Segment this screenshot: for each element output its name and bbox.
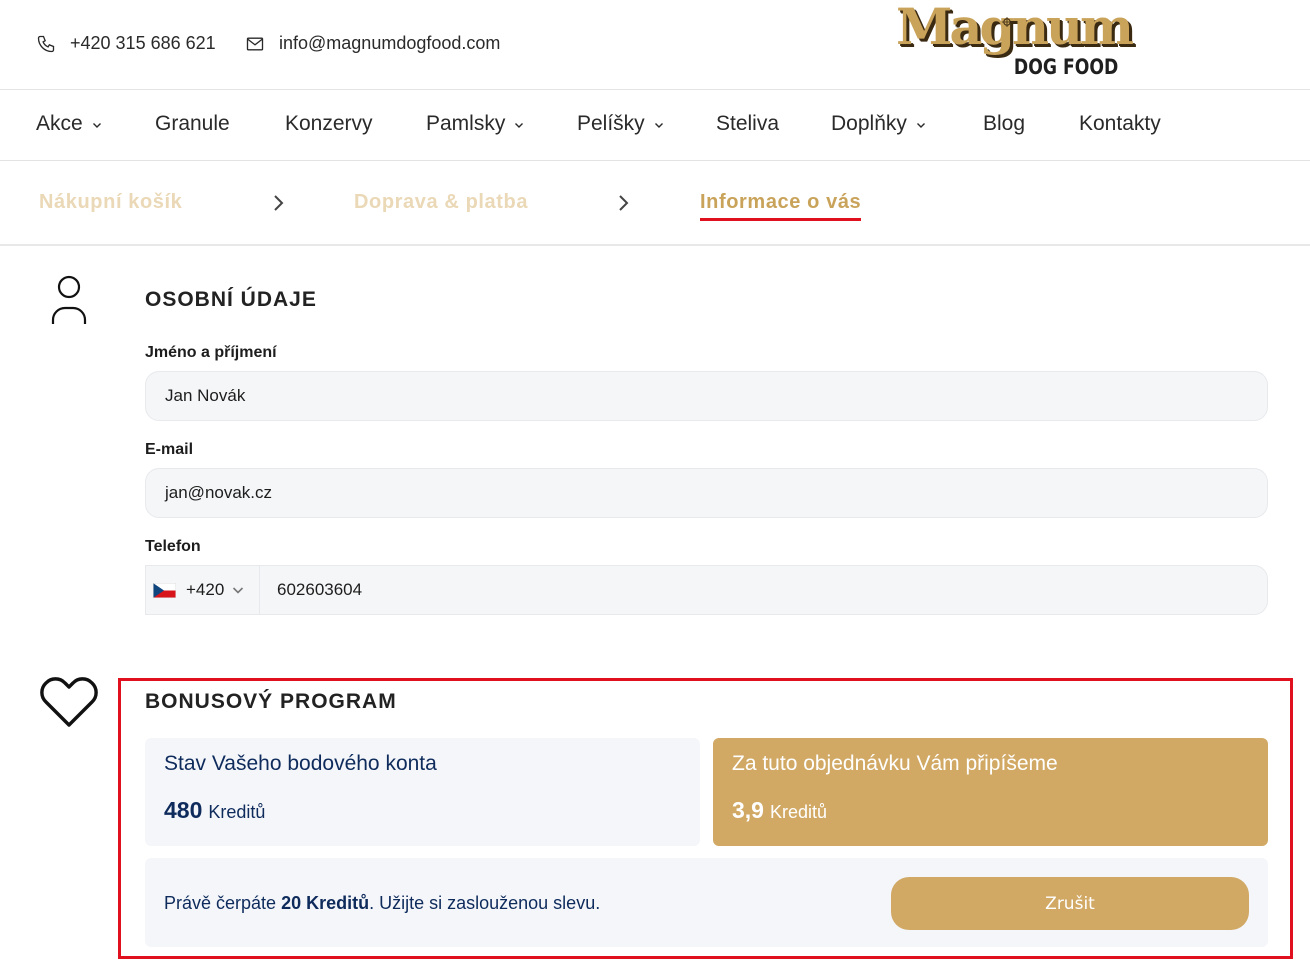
- personal-section-title: OSOBNÍ ÚDAJE: [145, 288, 317, 311]
- divider: [0, 244, 1310, 246]
- nav-item-pamlsky[interactable]: Pamlsky: [426, 112, 524, 136]
- nav-item-label: Blog: [983, 112, 1026, 135]
- email-address: info@magnumdogfood.com: [279, 33, 501, 53]
- points-earned-card: Za tuto objednávku Vám připíšeme 3,9 Kre…: [713, 738, 1268, 846]
- nav-item-label: Pelíšky: [577, 112, 645, 135]
- nav-item-label: Kontakty: [1079, 112, 1161, 135]
- checkout-steps: Nákupní košík Doprava & platba Informace…: [0, 161, 1310, 245]
- nav-item-akce[interactable]: Akce: [36, 112, 102, 136]
- chevron-down-icon: [515, 123, 524, 128]
- chevron-right-icon: [619, 195, 629, 211]
- czech-flag-icon: [153, 582, 176, 598]
- nav-item-kontakty[interactable]: Kontakty: [1079, 112, 1161, 136]
- nav-item-label: Akce: [36, 112, 83, 135]
- step-info[interactable]: Informace o vás: [700, 191, 862, 221]
- step-cart[interactable]: Nákupní košík: [39, 191, 182, 214]
- redeem-panel: Právě čerpáte 20 Kreditů. Užijte si zasl…: [145, 858, 1268, 947]
- redeem-amount: 20 Kreditů: [281, 893, 370, 913]
- redeem-prefix: Právě čerpáte: [164, 893, 282, 913]
- email-input[interactable]: jan@novak.cz: [145, 468, 1268, 518]
- nav-item-steliva[interactable]: Steliva: [716, 112, 779, 136]
- logo-subtitle: DOG FOOD: [1013, 55, 1118, 79]
- user-icon: [51, 275, 87, 324]
- email-value: jan@novak.cz: [165, 483, 273, 502]
- nav-item-label: Granule: [155, 112, 230, 135]
- redeem-message: Právě čerpáte 20 Kreditů. Užijte si zasl…: [164, 893, 600, 914]
- email-label: E-mail: [145, 441, 194, 458]
- heart-icon: [40, 677, 98, 727]
- phone-link[interactable]: +420 315 686 621: [36, 33, 216, 54]
- chevron-down-icon: [916, 123, 925, 128]
- nav-item-label: Steliva: [716, 112, 780, 135]
- main-nav: Akce Granule Konzervy Pamlsky Pelíšky St…: [0, 90, 1310, 160]
- chevron-right-icon: [274, 195, 284, 211]
- points-balance-card: Stav Vašeho bodového konta 480 Kreditů: [145, 738, 700, 846]
- top-bar: +420 315 686 621 info@magnumdogfood.com …: [0, 0, 1310, 89]
- cancel-redeem-button[interactable]: Zrušit: [891, 877, 1249, 930]
- earn-unit: Kreditů: [769, 802, 828, 822]
- country-code-select[interactable]: +420: [145, 565, 260, 615]
- nav-item-label: Doplňky: [831, 112, 907, 135]
- nav-item-blog[interactable]: Blog: [983, 112, 1025, 136]
- email-link[interactable]: info@magnumdogfood.com: [245, 33, 500, 54]
- phone-number: +420 315 686 621: [70, 33, 216, 53]
- nav-item-label: Pamlsky: [426, 112, 506, 135]
- balance-unit: Kreditů: [208, 802, 266, 822]
- country-code: +420: [186, 580, 225, 599]
- nav-item-pelisky[interactable]: Pelíšky: [577, 112, 664, 136]
- crosshair-icon: [1002, 17, 1012, 27]
- earn-amount: 3,9 Kreditů: [732, 797, 1249, 824]
- bonus-section-title: BONUSOVÝ PROGRAM: [145, 690, 397, 713]
- name-value: Jan Novák: [165, 386, 246, 405]
- name-label: Jméno a příjmení: [145, 344, 277, 361]
- earn-value: 3,9: [732, 797, 764, 823]
- nav-item-doplnky[interactable]: Doplňky: [831, 112, 926, 136]
- chevron-down-icon: [654, 123, 663, 128]
- step-shipping[interactable]: Doprava & platba: [354, 191, 528, 214]
- nav-item-label: Konzervy: [285, 112, 373, 135]
- balance-title: Stav Vašeho bodového konta: [164, 752, 437, 775]
- balance-amount: 480 Kreditů: [164, 797, 681, 824]
- phone-label: Telefon: [145, 538, 201, 555]
- logo-brand: Magnum: [896, 0, 1134, 56]
- envelope-icon: [246, 37, 264, 50]
- name-input[interactable]: Jan Novák: [145, 371, 1268, 421]
- balance-value: 480: [164, 797, 203, 823]
- nav-item-konzervy[interactable]: Konzervy: [285, 112, 373, 136]
- phone-value: 602603604: [277, 580, 363, 599]
- earn-title: Za tuto objednávku Vám připíšeme: [732, 752, 1058, 775]
- chevron-down-icon: [233, 587, 244, 594]
- magnum-logo[interactable]: Magnum DOG FOOD: [896, 0, 1134, 82]
- nav-item-granule[interactable]: Granule: [155, 112, 230, 136]
- phone-icon: [37, 35, 55, 52]
- redeem-suffix: . Užijte si zaslouženou slevu.: [369, 893, 601, 913]
- phone-input[interactable]: 602603604: [259, 565, 1268, 615]
- chevron-down-icon: [92, 123, 101, 128]
